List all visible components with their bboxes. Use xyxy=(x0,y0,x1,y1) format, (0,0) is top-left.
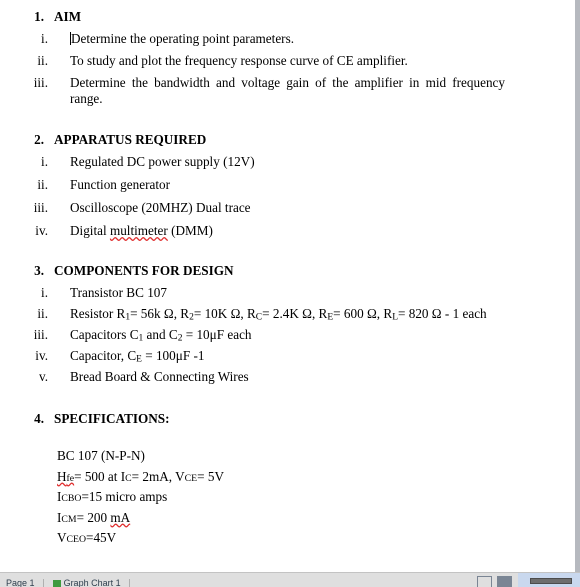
status-bar: Page 1 Graph Chart 1 xyxy=(0,572,580,587)
list-item-text: Capacitors C1 and C2 = 10μF each xyxy=(70,327,252,344)
spec-line: ICBO=15 micro amps xyxy=(57,489,168,504)
section-title: APPARATUS REQUIRED xyxy=(54,132,207,147)
list-item-text: Transistor BC 107 xyxy=(70,285,167,300)
top-spacer xyxy=(0,0,577,9)
page-right-edge xyxy=(575,0,580,572)
list-marker: ii. xyxy=(37,177,48,192)
section-title: SPECIFICATIONS: xyxy=(54,411,170,426)
section-specifications: 4. SPECIFICATIONS: BC 107 (N-P-N) Hfe= 5… xyxy=(0,411,577,549)
list-item-text: Determine the bandwidth and voltage gain… xyxy=(70,75,505,106)
list-marker: ii. xyxy=(37,53,48,68)
list-marker: ii. xyxy=(37,306,48,321)
document-page: 1. AIM i. Determine the operating point … xyxy=(0,0,577,572)
list-marker: i. xyxy=(41,154,48,169)
list-item-text: Function generator xyxy=(70,177,170,192)
list-marker: iv. xyxy=(35,348,48,363)
section-components-for-design: 3. COMPONENTS FOR DESIGN i. Transistor B… xyxy=(0,263,577,385)
list-marker: iv. xyxy=(35,223,48,238)
multi-page-view-icon[interactable] xyxy=(497,576,512,587)
section-number: 2. xyxy=(34,132,44,147)
list-item: ii. Function generator xyxy=(0,177,577,193)
list-item: v. Bread Board & Connecting Wires xyxy=(0,369,577,385)
list-item-text: Bread Board & Connecting Wires xyxy=(70,369,249,384)
list-marker: iii. xyxy=(33,327,48,342)
list-item: ii. To study and plot the frequency resp… xyxy=(0,53,577,69)
list-marker: v. xyxy=(38,369,48,384)
spec-line: BC 107 (N-P-N) xyxy=(57,448,145,463)
spec-line: ICM= 200 mA xyxy=(57,509,131,525)
section-title: AIM xyxy=(54,9,82,24)
list-item: iv. Capacitor, CE = 100μF -1 xyxy=(0,348,577,364)
misspelled-word: mA xyxy=(110,509,131,525)
section-title: COMPONENTS FOR DESIGN xyxy=(54,263,234,278)
list-item: iii. Oscilloscope (20MHZ) Dual trace xyxy=(0,200,577,216)
section-heading-specifications: 4. SPECIFICATIONS: xyxy=(0,411,577,426)
list-item: i. Transistor BC 107 xyxy=(0,285,577,301)
list-marker: i. xyxy=(41,31,48,46)
zoom-control[interactable] xyxy=(518,573,580,587)
list-item: iii. Determine the bandwidth and voltage… xyxy=(0,75,577,107)
list-marker: iii. xyxy=(33,75,48,90)
section-apparatus-required: 2. APPARATUS REQUIRED i. Regulated DC po… xyxy=(0,132,577,239)
spec-line: Hfe= 500 at IC= 2mA, VCE= 5V xyxy=(57,468,224,484)
list-marker: iii. xyxy=(33,200,48,215)
section-heading-apparatus: 2. APPARATUS REQUIRED xyxy=(0,132,577,147)
misspelled-word: Hfe xyxy=(57,468,75,484)
section-number: 1. xyxy=(34,9,44,24)
list-item: i. Determine the operating point paramet… xyxy=(0,31,577,47)
zoom-slider[interactable] xyxy=(530,578,572,584)
section-number: 3. xyxy=(34,263,44,278)
single-page-view-icon[interactable] xyxy=(477,576,493,587)
list-item: i. Regulated DC power supply (12V) xyxy=(0,154,577,170)
list-item-text: Regulated DC power supply (12V) xyxy=(70,154,255,169)
list-item: ii. Resistor R1= 56k Ω, R2= 10K Ω, RC= 2… xyxy=(0,306,577,322)
misspelled-word: multimeter xyxy=(109,223,168,238)
list-item-text: Capacitor, CE = 100μF -1 xyxy=(70,348,205,365)
section-heading-components: 3. COMPONENTS FOR DESIGN xyxy=(0,263,577,278)
list-item-text: Oscilloscope (20MHZ) Dual trace xyxy=(70,200,251,215)
list-marker: i. xyxy=(41,285,48,300)
list-item-text: Digital multimeter (DMM) xyxy=(70,223,213,238)
section-heading-aim: 1. AIM xyxy=(0,9,577,24)
section-aim: 1. AIM i. Determine the operating point … xyxy=(0,9,577,107)
list-item: iv. Digital multimeter (DMM) xyxy=(0,223,577,239)
section-number: 4. xyxy=(34,411,44,426)
list-item: iii. Capacitors C1 and C2 = 10μF each xyxy=(0,327,577,343)
view-mode-group xyxy=(475,576,512,587)
list-item-text: Resistor R1= 56k Ω, R2= 10K Ω, RC= 2.4K … xyxy=(70,306,487,323)
list-item-text: To study and plot the frequency response… xyxy=(70,53,408,68)
list-item-text: Determine the operating point parameters… xyxy=(70,31,295,46)
spec-line: VCEO=45V xyxy=(57,530,117,545)
